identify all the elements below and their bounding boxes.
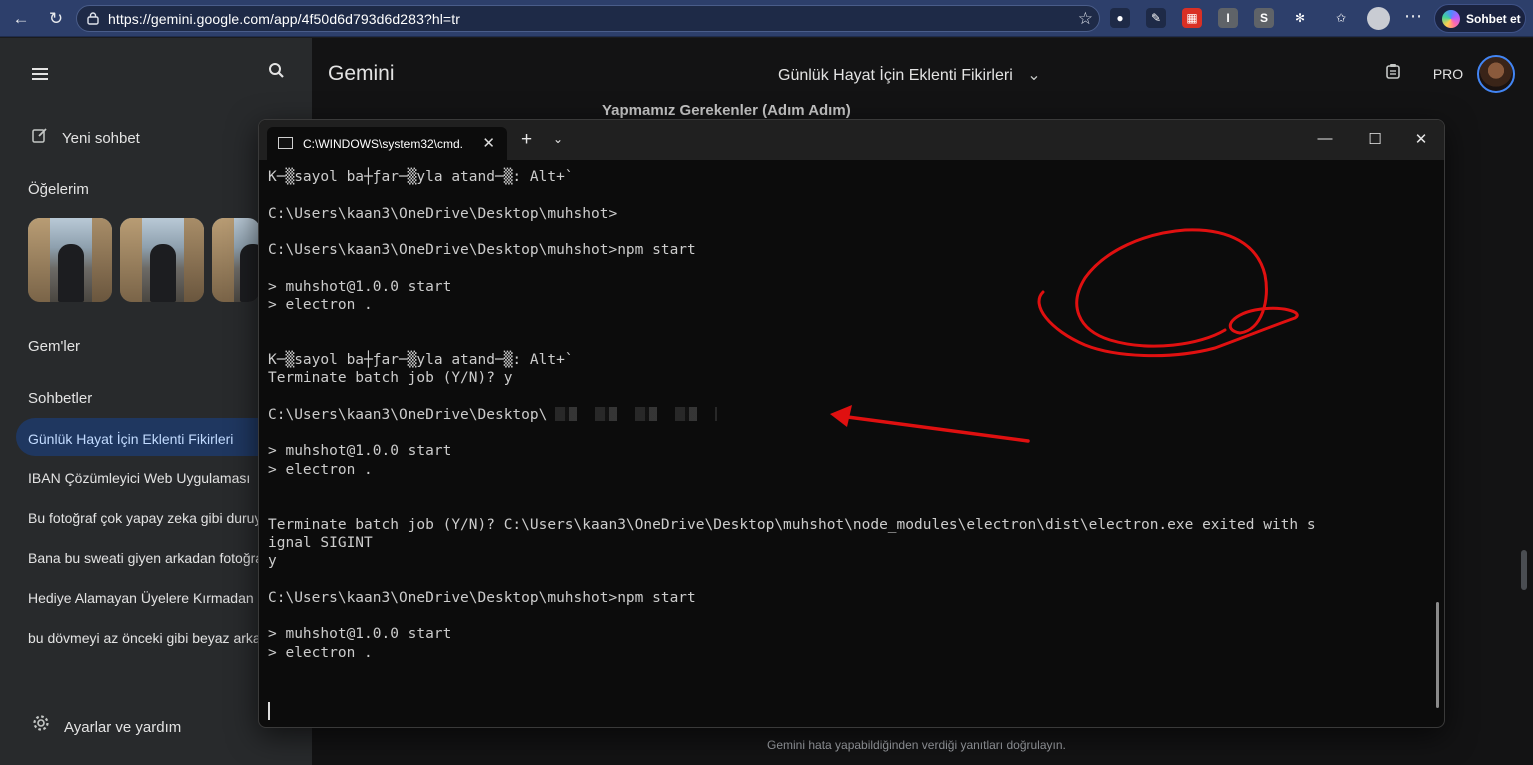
tab-dropdown-icon[interactable]: ⌄ xyxy=(553,132,563,146)
ext-s-icon[interactable]: S xyxy=(1254,8,1274,28)
page-scrollbar[interactable] xyxy=(1521,550,1527,590)
console-line: C:\Users\kaan3\OneDrive\Desktop\ xyxy=(268,406,1433,424)
search-icon[interactable] xyxy=(268,62,285,84)
console-line: C:\Users\kaan3\OneDrive\Desktop\muhshot> xyxy=(268,205,618,222)
console-line: > electron . xyxy=(268,644,373,661)
settings-label: Ayarlar ve yardım xyxy=(64,719,182,736)
cmd-titlebar[interactable]: C:\WINDOWS\system32\cmd. ✕ + ⌄ — ☐ ✕ xyxy=(259,120,1444,160)
gear-icon xyxy=(32,714,52,736)
user-avatar[interactable] xyxy=(1477,55,1515,93)
console-line: Terminate batch job (Y/N)? y xyxy=(268,370,513,387)
console-line: K─▒sayol ba┼ƒar─▒yla atand─▒: Alt+` xyxy=(268,169,574,185)
console-line: Terminate batch job (Y/N)? C:\Users\kaan… xyxy=(268,516,1316,533)
chat-item[interactable]: Bu fotoğraf çok yapay zeka gibi duruyor xyxy=(28,510,268,526)
chat-item[interactable]: Hediye Alamayan Üyelere Kırmadan Söyle xyxy=(28,590,268,606)
text-cursor xyxy=(268,702,270,720)
ext-castle-icon[interactable]: ▦ xyxy=(1182,8,1202,28)
ext-pen-icon[interactable]: ✎ xyxy=(1146,8,1166,28)
console-line: y xyxy=(268,553,277,570)
refresh-icon[interactable]: ↻ xyxy=(43,6,69,32)
copilot-chat-button[interactable]: Sohbet et xyxy=(1434,4,1526,33)
response-heading: Yapmamız Gerekenler (Adım Adım) xyxy=(602,102,851,119)
conversation-title-text: Günlük Hayat İçin Eklenti Fikirleri xyxy=(778,67,1013,84)
bookmark-star-icon[interactable]: ☆ xyxy=(1078,9,1093,29)
back-icon[interactable]: ← xyxy=(8,6,34,32)
chat-item[interactable]: Bana bu sweati giyen arkadan fotoğraf xyxy=(28,550,268,566)
chat-item[interactable]: bu dövmeyi az önceki gibi beyaz arka pla… xyxy=(28,630,268,646)
item-thumbnail[interactable] xyxy=(120,218,204,302)
cmd-tab-title: C:\WINDOWS\system32\cmd. xyxy=(303,137,464,151)
pro-badge[interactable]: PRO xyxy=(1424,57,1472,91)
console-line: C:\Users\kaan3\OneDrive\Desktop\muhshot>… xyxy=(268,589,696,606)
console-line: K─▒sayol ba┼ƒar─▒yla atand─▒: Alt+` xyxy=(268,351,574,368)
console-output[interactable]: K─▒sayol ba┼ƒar─▒yla atand─▒: Alt+` C:\Us… xyxy=(268,168,1433,718)
edit-icon xyxy=(32,127,50,147)
console-line: ignal SIGINT xyxy=(268,534,373,551)
console-line: > muhshot@1.0.0 start xyxy=(268,443,452,460)
new-chat-button[interactable]: Yeni sohbet xyxy=(32,127,140,147)
redacted-path xyxy=(547,406,718,421)
new-chat-label: Yeni sohbet xyxy=(62,130,140,147)
chat-item[interactable]: IBAN Çözümleyici Web Uygulaması xyxy=(28,470,268,486)
conversation-title[interactable]: Günlük Hayat İçin Eklenti Fikirleri ⌄ xyxy=(778,65,1041,85)
app-title[interactable]: Gemini xyxy=(328,62,395,86)
browser-menu-icon[interactable]: ⋯ xyxy=(1404,6,1423,27)
console-line: > electron . xyxy=(268,461,373,478)
cmd-scrollbar[interactable] xyxy=(1436,602,1439,708)
address-bar[interactable]: https://gemini.google.com/app/4f50d6d793… xyxy=(76,5,1100,32)
favorites-icon[interactable]: ✩ xyxy=(1331,8,1351,28)
browser-toolbar: ← ↻ https://gemini.google.com/app/4f50d6… xyxy=(0,0,1533,37)
profile-avatar[interactable] xyxy=(1367,7,1390,30)
copilot-logo-icon xyxy=(1442,10,1460,28)
console-line: C:\Users\kaan3\OneDrive\Desktop\muhshot>… xyxy=(268,242,696,259)
ext-i-icon[interactable]: I xyxy=(1218,8,1238,28)
disclaimer-text: Gemini hata yapabildiğinden verdiği yanı… xyxy=(767,738,1066,752)
maximize-icon[interactable]: ☐ xyxy=(1365,130,1385,148)
console-line: > electron . xyxy=(268,297,373,314)
window-close-icon[interactable]: ✕ xyxy=(1411,130,1431,148)
my-items-title[interactable]: Öğelerim xyxy=(28,181,89,198)
clipboard-icon[interactable] xyxy=(1384,62,1402,85)
chats-title: Sohbetler xyxy=(28,390,93,407)
site-info-icon[interactable] xyxy=(86,11,100,25)
console-icon xyxy=(278,137,293,149)
console-line: > muhshot@1.0.0 start xyxy=(268,626,452,643)
address-url[interactable]: https://gemini.google.com/app/4f50d6d793… xyxy=(108,11,460,27)
gems-title[interactable]: Gem'ler xyxy=(28,338,80,355)
cmd-tab[interactable]: C:\WINDOWS\system32\cmd. ✕ xyxy=(267,127,507,160)
copilot-chat-label: Sohbet et xyxy=(1466,12,1521,26)
console-line: > muhshot@1.0.0 start xyxy=(268,278,452,295)
active-chat-label: Günlük Hayat İçin Eklenti Fikirleri xyxy=(28,431,234,447)
item-thumbnail[interactable] xyxy=(28,218,112,302)
ext-binoculars-icon[interactable]: ● xyxy=(1110,8,1130,28)
chevron-down-icon: ⌄ xyxy=(1027,67,1041,84)
item-thumbnail[interactable] xyxy=(212,218,260,302)
minimize-icon[interactable]: — xyxy=(1315,130,1335,147)
settings-help-button[interactable]: Ayarlar ve yardım xyxy=(32,714,181,736)
cmd-window: C:\WINDOWS\system32\cmd. ✕ + ⌄ — ☐ ✕ K─▒… xyxy=(258,119,1445,728)
new-tab-icon[interactable]: + xyxy=(521,130,532,149)
menu-icon[interactable] xyxy=(32,68,48,80)
tab-close-icon[interactable]: ✕ xyxy=(482,134,495,152)
puzzle-icon[interactable]: ✻ xyxy=(1290,8,1310,28)
